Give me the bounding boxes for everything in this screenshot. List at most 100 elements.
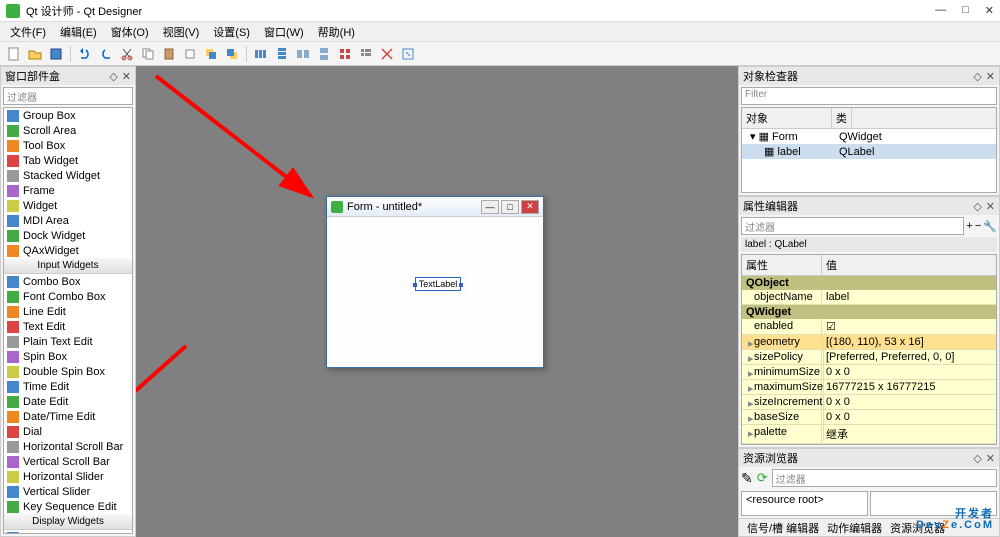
dock-close-button[interactable]: ✕	[122, 70, 131, 83]
prop-row[interactable]: ▸sizePolicy[Preferred, Preferred, 0, 0]	[742, 350, 996, 365]
widget-item[interactable]: Widget	[4, 198, 132, 213]
widget-item[interactable]: Double Spin Box	[4, 364, 132, 379]
menu-view[interactable]: 视图(V)	[157, 22, 206, 42]
widget-item[interactable]: Scroll Area	[4, 123, 132, 138]
prop-row[interactable]: ▸baseSize0 x 0	[742, 410, 996, 425]
menu-form[interactable]: 窗体(O)	[105, 22, 155, 42]
edit-resource-button[interactable]: ✎	[741, 470, 753, 487]
form-max-button[interactable]: □	[501, 200, 519, 214]
resource-tree[interactable]: <resource root>	[741, 491, 868, 516]
prop-row[interactable]: ▸minimumSize0 x 0	[742, 365, 996, 380]
object-row[interactable]: ▦ labelQLabel	[742, 144, 996, 159]
label-widget[interactable]: TextLabel	[415, 277, 461, 291]
widget-item[interactable]: Date Edit	[4, 394, 132, 409]
break-layout-button[interactable]	[377, 44, 397, 64]
widget-item[interactable]: MDI Area	[4, 213, 132, 228]
layout-hsplit-button[interactable]	[293, 44, 313, 64]
tab-signals[interactable]: 信号/槽 编辑器	[747, 520, 819, 536]
widget-item[interactable]: Line Edit	[4, 304, 132, 319]
maximize-button[interactable]: □	[962, 4, 969, 17]
bring-front-button[interactable]	[222, 44, 242, 64]
widget-item[interactable]: Combo Box	[4, 274, 132, 289]
menu-help[interactable]: 帮助(H)	[312, 22, 361, 42]
prop-row[interactable]: objectNamelabel	[742, 290, 996, 305]
cut-button[interactable]	[117, 44, 137, 64]
prop-section[interactable]: QObject	[742, 276, 996, 290]
widget-item[interactable]: Vertical Scroll Bar	[4, 454, 132, 469]
widget-item[interactable]: Vertical Slider	[4, 484, 132, 499]
widget-item[interactable]: Group Box	[4, 108, 132, 123]
paste-button[interactable]	[159, 44, 179, 64]
widget-item[interactable]: Stacked Widget	[4, 168, 132, 183]
widget-filter-input[interactable]: 过滤器	[3, 87, 133, 105]
add-prop-button[interactable]: +	[966, 220, 972, 232]
dock-float-button[interactable]: ◇	[109, 70, 117, 83]
undo-button[interactable]	[75, 44, 95, 64]
menu-settings[interactable]: 设置(S)	[207, 22, 256, 42]
open-file-button[interactable]	[25, 44, 45, 64]
widget-item[interactable]: Key Sequence Edit	[4, 499, 132, 514]
prop-row[interactable]: enabled☑	[742, 319, 996, 335]
adjust-size-button[interactable]	[398, 44, 418, 64]
widget-item[interactable]: Dock Widget	[4, 228, 132, 243]
dock-close-button[interactable]: ✕	[986, 452, 995, 465]
widget-group-header[interactable]: Input Widgets	[4, 258, 132, 274]
dock-close-button[interactable]: ✕	[986, 70, 995, 83]
prop-row[interactable]: ▸palette继承	[742, 425, 996, 444]
property-table[interactable]: 属性值 QObjectobjectNamelabelQWidgetenabled…	[741, 254, 997, 445]
menu-window[interactable]: 窗口(W)	[258, 22, 310, 42]
layout-grid-button[interactable]	[335, 44, 355, 64]
form-window[interactable]: Form - untitled* — □ ✕ TextLabel	[326, 196, 544, 368]
send-back-button[interactable]	[201, 44, 221, 64]
widget-item[interactable]: Dial	[4, 424, 132, 439]
widget-item[interactable]: Tool Box	[4, 138, 132, 153]
widget-list[interactable]: Group BoxScroll AreaTool BoxTab WidgetSt…	[3, 107, 133, 534]
prop-row[interactable]: ▸geometry[(180, 110), 53 x 16]	[742, 335, 996, 350]
delete-button[interactable]	[180, 44, 200, 64]
widget-item[interactable]: Spin Box	[4, 349, 132, 364]
inspector-filter[interactable]: Filter	[741, 87, 997, 105]
layout-v-button[interactable]	[272, 44, 292, 64]
widget-item[interactable]: Horizontal Scroll Bar	[4, 439, 132, 454]
dock-float-button[interactable]: ◇	[973, 200, 981, 213]
widget-group-header[interactable]: Display Widgets	[4, 514, 132, 530]
close-button[interactable]: ✕	[985, 4, 994, 17]
widget-item[interactable]: Label	[4, 530, 132, 534]
remove-prop-button[interactable]: −	[975, 220, 981, 232]
design-canvas[interactable]: Form - untitled* — □ ✕ TextLabel	[136, 66, 738, 537]
widget-item[interactable]: Font Combo Box	[4, 289, 132, 304]
form-titlebar[interactable]: Form - untitled* — □ ✕	[327, 197, 543, 217]
prop-section[interactable]: QWidget	[742, 305, 996, 319]
widget-item[interactable]: QAxWidget	[4, 243, 132, 258]
widget-item[interactable]: Plain Text Edit	[4, 334, 132, 349]
dock-float-button[interactable]: ◇	[973, 70, 981, 83]
widget-item[interactable]: Time Edit	[4, 379, 132, 394]
prop-filter[interactable]: 过滤器	[741, 217, 964, 235]
menu-file[interactable]: 文件(F)	[4, 22, 52, 42]
prop-row[interactable]: ▸maximumSize16777215 x 16777215	[742, 380, 996, 395]
tab-actions[interactable]: 动作编辑器	[827, 520, 882, 536]
widget-item[interactable]: Frame	[4, 183, 132, 198]
widget-item[interactable]: Horizontal Slider	[4, 469, 132, 484]
res-filter[interactable]: 过滤器	[772, 469, 997, 487]
layout-vsplit-button[interactable]	[314, 44, 334, 64]
object-row[interactable]: ▾ ▦ FormQWidget	[742, 129, 996, 144]
redo-button[interactable]	[96, 44, 116, 64]
layout-h-button[interactable]	[251, 44, 271, 64]
prop-config-button[interactable]: 🔧	[983, 220, 997, 233]
menu-edit[interactable]: 编辑(E)	[54, 22, 103, 42]
form-min-button[interactable]: —	[481, 200, 499, 214]
dock-close-button[interactable]: ✕	[986, 200, 995, 213]
form-close-button[interactable]: ✕	[521, 200, 539, 214]
copy-button[interactable]	[138, 44, 158, 64]
object-tree[interactable]: 对象类 ▾ ▦ FormQWidget▦ labelQLabel	[741, 107, 997, 193]
prop-row[interactable]: ▸sizeIncrement0 x 0	[742, 395, 996, 410]
save-button[interactable]	[46, 44, 66, 64]
form-body[interactable]: TextLabel	[327, 217, 543, 367]
widget-item[interactable]: Text Edit	[4, 319, 132, 334]
layout-form-button[interactable]	[356, 44, 376, 64]
reload-resource-button[interactable]: ⟳	[757, 470, 768, 486]
new-file-button[interactable]	[4, 44, 24, 64]
widget-item[interactable]: Date/Time Edit	[4, 409, 132, 424]
dock-float-button[interactable]: ◇	[973, 452, 981, 465]
